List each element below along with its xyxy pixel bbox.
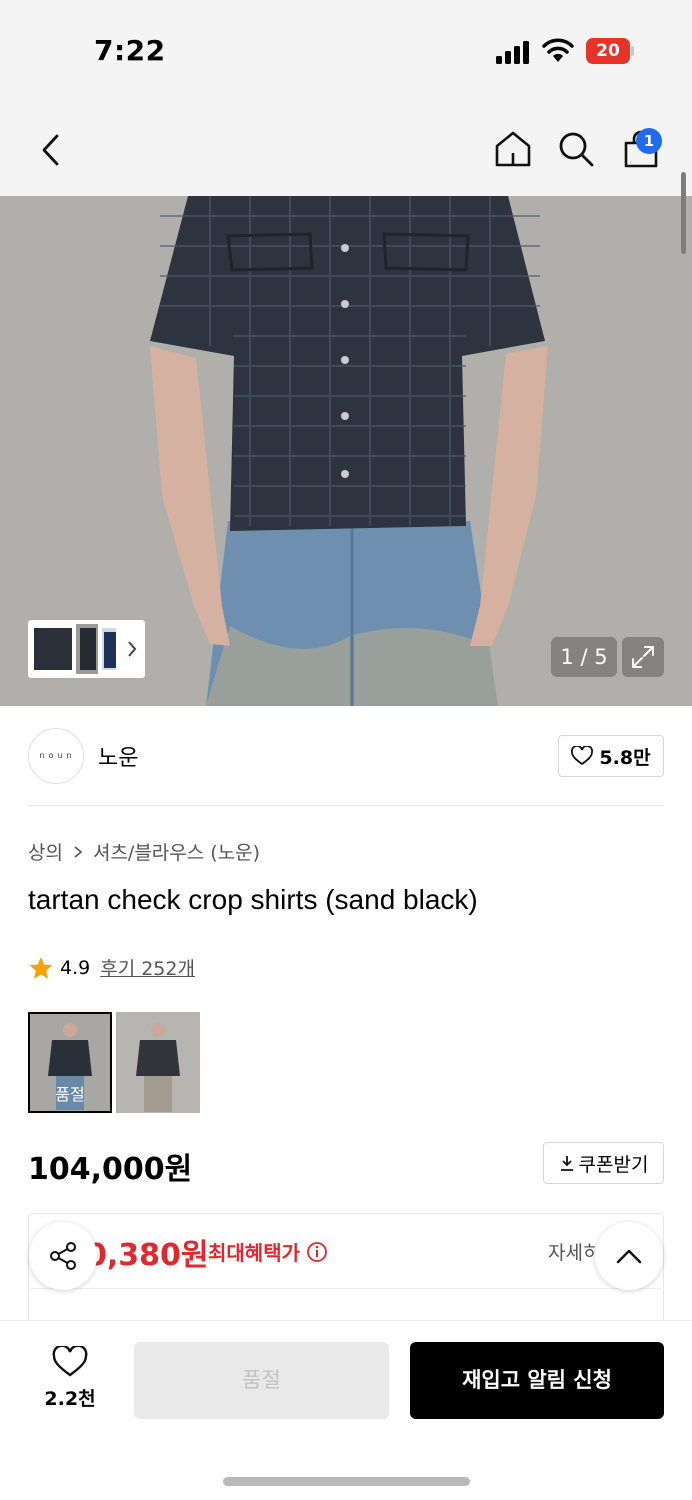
- status-bar: 7:22 20: [0, 0, 692, 100]
- color-option-sand-black[interactable]: 품절: [28, 1012, 112, 1113]
- thumbnail-preview: [34, 624, 137, 674]
- battery-icon: 20: [586, 38, 630, 64]
- chevron-left-icon: [42, 134, 59, 166]
- nav-bar: [0, 100, 692, 196]
- product-price: 104,000원: [28, 1152, 193, 1187]
- soldout-button: 품절: [134, 1342, 389, 1419]
- wishlist-button[interactable]: 2.2천: [34, 1346, 106, 1411]
- home-indicator: [223, 1477, 470, 1486]
- breadcrumb: 상의 셔츠/블라우스 (노운): [28, 838, 260, 865]
- product-title: tartan check crop shirts (sand black): [28, 884, 478, 915]
- expand-image-button[interactable]: [622, 637, 664, 677]
- home-icon: [495, 131, 531, 167]
- heart-icon: [571, 746, 594, 766]
- chevron-right-icon: [74, 845, 83, 858]
- status-time: 7:22: [94, 34, 166, 67]
- search-icon: [559, 132, 594, 167]
- scroll-indicator[interactable]: [681, 172, 686, 254]
- brand-name[interactable]: 노운: [98, 740, 138, 772]
- reviews-link[interactable]: 후기 252개: [100, 954, 195, 981]
- restock-alert-button[interactable]: 재입고 알림 신청: [410, 1342, 664, 1419]
- brand-like-count: 5.8만: [599, 746, 651, 769]
- max-benefit-price: 0,380원: [86, 1238, 209, 1273]
- max-benefit-text: 최대혜택가: [208, 1241, 300, 1265]
- battery-tip: [631, 46, 634, 56]
- image-page-counter: 1 / 5: [551, 637, 617, 677]
- download-icon: [560, 1156, 573, 1171]
- coupon-button[interactable]: 쿠폰받기: [543, 1142, 664, 1184]
- info-icon[interactable]: [306, 1241, 328, 1263]
- expand-icon: [632, 646, 654, 668]
- search-button[interactable]: [553, 126, 599, 172]
- image-thumbnail-strip[interactable]: [28, 620, 145, 678]
- divider: [30, 1288, 662, 1289]
- coupon-label: 쿠폰받기: [578, 1153, 649, 1176]
- rating-value: 4.9: [60, 956, 91, 979]
- breadcrumb-subcategory[interactable]: 셔츠/블라우스 (노운): [93, 838, 260, 865]
- chevron-up-icon: [616, 1249, 642, 1264]
- share-icon: [50, 1242, 76, 1270]
- max-benefit-label: 최대혜택가: [208, 1237, 328, 1266]
- heart-icon: [52, 1346, 88, 1377]
- brand-like-button[interactable]: 5.8만: [558, 735, 664, 777]
- back-button[interactable]: [30, 128, 70, 172]
- wifi-icon: [542, 38, 574, 62]
- battery-level: 20: [596, 41, 620, 61]
- soldout-label: 품절: [55, 1085, 85, 1104]
- color-option-alt[interactable]: [116, 1012, 200, 1113]
- wishlist-count: 2.2천: [44, 1388, 96, 1410]
- product-rating: 4.9 후기 252개: [28, 954, 195, 981]
- divider: [28, 805, 664, 806]
- home-button[interactable]: [490, 126, 536, 172]
- star-icon: [29, 956, 53, 979]
- cart-count-badge: 1: [636, 128, 662, 154]
- benefit-detail-link[interactable]: 자세히: [548, 1238, 596, 1265]
- scroll-top-button[interactable]: [595, 1222, 663, 1290]
- brand-logo[interactable]: noun: [28, 728, 84, 784]
- option-image: [116, 1012, 200, 1113]
- cellular-signal-icon: [496, 40, 532, 64]
- chevron-right-icon: [128, 641, 137, 657]
- breadcrumb-category[interactable]: 상의: [28, 838, 63, 865]
- share-button[interactable]: [29, 1222, 97, 1290]
